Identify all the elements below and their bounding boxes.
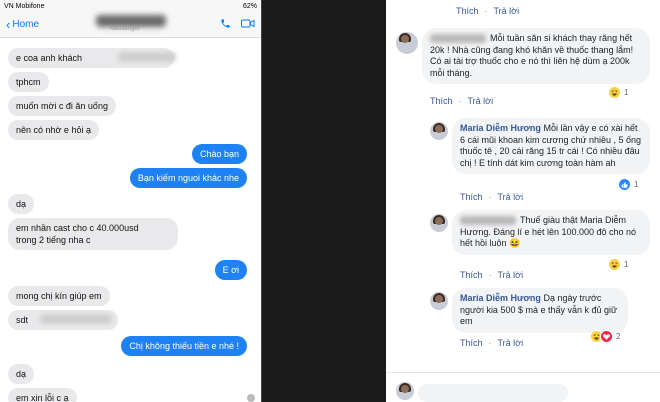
love-reaction-icon[interactable]: [600, 330, 613, 343]
commenter-name-redacted: [430, 34, 486, 44]
comment-bubble: Maria Diễm Hương Dạ ngày trước người kia…: [452, 288, 628, 333]
message-in: muốn mời c đi ăn uống: [8, 96, 116, 116]
comment-bubble: Maria Diễm Hương Mỗi lần vậy e có xài hế…: [452, 118, 650, 174]
message-in: dạ: [8, 194, 35, 214]
chevron-left-icon: ‹: [6, 17, 11, 32]
battery-level: 62%: [242, 2, 257, 10]
avatar[interactable]: [430, 122, 448, 140]
like-reaction-icon[interactable]: [618, 178, 631, 191]
redacted-phone-number: [40, 314, 112, 324]
haha-reaction-icon[interactable]: [608, 258, 621, 271]
comment-actions: Thích · Trả lời: [460, 338, 524, 348]
message-in: mong chị kín giúp em: [8, 286, 110, 306]
message-out: Chị không thiếu tiền e nhé !: [121, 336, 247, 356]
message-in: em nhần cast cho c 40.000usd trong 2 tiế…: [8, 218, 178, 250]
comment-bubble: Mỗi tuần săn si khách thay răng hết 20k …: [422, 28, 650, 84]
conversation-header: ‹ Home Messenger: [0, 12, 261, 38]
seen-indicator: [247, 394, 255, 402]
reply-link[interactable]: Trả lời: [498, 338, 524, 348]
avatar[interactable]: [396, 382, 414, 400]
divider: [386, 372, 660, 373]
haha-reaction-icon[interactable]: [608, 86, 621, 99]
video-call-icon[interactable]: [241, 18, 255, 29]
header-actions: [220, 18, 255, 29]
message-in: nên có nhờ e hỏi ạ: [8, 120, 99, 140]
reaction-count: 1: [634, 180, 639, 189]
contact-subtitle: Messenger: [110, 26, 140, 32]
carrier-name: VN Mobifone: [4, 2, 45, 10]
comment-actions: Thích · Trả lời: [456, 6, 520, 16]
message-in: tphcm: [8, 72, 49, 92]
avatar[interactable]: [430, 292, 448, 310]
status-bar: VN Mobifone 62%: [0, 0, 261, 12]
like-link[interactable]: Thích: [460, 192, 483, 202]
commenter-name[interactable]: Maria Diễm Hương: [460, 123, 541, 133]
reaction-count: 1: [624, 88, 629, 97]
message-in: em xin lỗi c ạ: [8, 388, 77, 402]
message-thread: e coa anh khách tphcm muốn mời c đi ăn u…: [0, 38, 261, 402]
reply-link[interactable]: Trả lời: [468, 96, 494, 106]
messenger-screenshot: VN Mobifone 62% ‹ Home Messenger e coa a…: [0, 0, 262, 402]
comment-bubble-partial: [418, 384, 568, 402]
commenter-name-redacted: [460, 216, 516, 226]
message-out: E ơi: [214, 260, 247, 280]
comment-actions: Thích · Trả lời: [460, 270, 524, 280]
image-collage: VN Mobifone 62% ‹ Home Messenger e coa a…: [0, 0, 660, 402]
comment-actions: Thích · Trả lời: [430, 96, 494, 106]
reply-link[interactable]: Trả lời: [494, 6, 520, 16]
message-in: dạ: [8, 364, 35, 384]
commenter-name[interactable]: Maria Diễm Hương: [460, 293, 541, 303]
like-link[interactable]: Thích: [460, 270, 483, 280]
avatar[interactable]: [396, 32, 418, 54]
back-label: Home: [12, 19, 40, 30]
message-out: Bạn kiếm nguoi khác nhe: [129, 168, 247, 188]
comment-bubble: Thuế giàu thật Maria Diễm Hương. Đáng lí…: [452, 210, 650, 255]
reaction-count: 1: [624, 260, 629, 269]
reply-link[interactable]: Trả lời: [498, 192, 524, 202]
reply-link[interactable]: Trả lời: [498, 270, 524, 280]
facebook-comments-screenshot: Thích · Trả lời Mỗi tuần săn si khách thay…: [386, 0, 660, 402]
phone-call-icon[interactable]: [220, 18, 231, 29]
redacted-text: [118, 52, 176, 62]
contact-name-redacted: Messenger: [96, 15, 166, 33]
comment-actions: Thích · Trả lời: [460, 192, 524, 202]
like-link[interactable]: Thích: [460, 338, 483, 348]
avatar[interactable]: [430, 214, 448, 232]
like-link[interactable]: Thích: [430, 96, 453, 106]
like-link[interactable]: Thích: [456, 6, 479, 16]
back-button[interactable]: ‹ Home: [6, 18, 39, 31]
message-out: Chào bạn: [191, 144, 247, 164]
reaction-count: 2: [616, 332, 621, 341]
